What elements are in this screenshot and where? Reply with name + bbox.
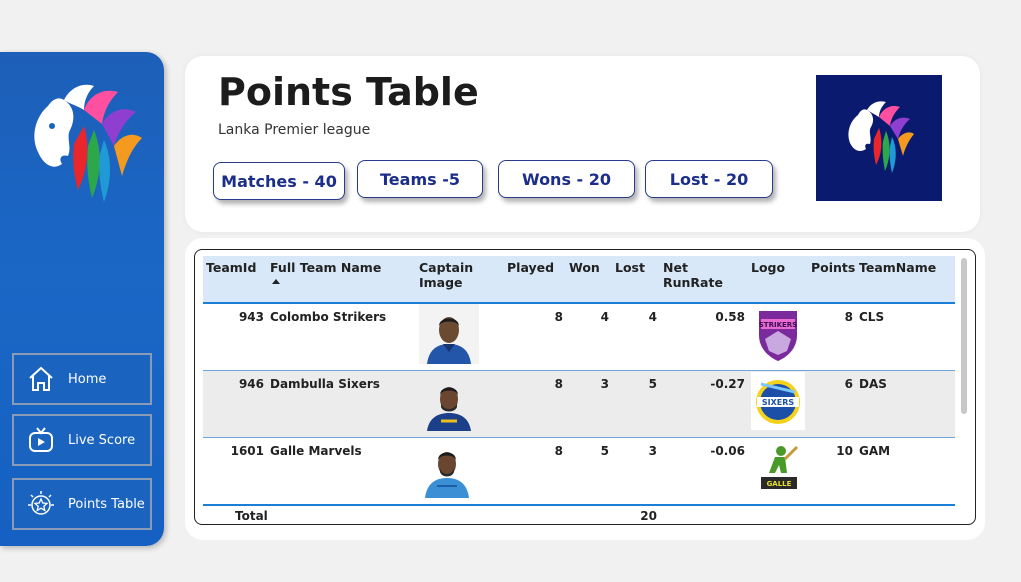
nav-points-table-label: Points Table bbox=[68, 496, 145, 512]
cell-teamname: GAM bbox=[856, 437, 955, 506]
total-lost: 20 bbox=[612, 504, 660, 524]
nav-live-score-button[interactable]: Live Score bbox=[12, 414, 152, 466]
kpi-wons-label: Wons - 20 bbox=[521, 169, 612, 189]
nav-home-button[interactable]: Home bbox=[12, 353, 152, 405]
col-header-full-team-name[interactable]: Full Team Name bbox=[267, 256, 416, 304]
cell-won: 5 bbox=[566, 437, 612, 506]
cell-teamid: 1601 bbox=[203, 437, 267, 506]
nav-home-label: Home bbox=[68, 371, 107, 387]
total-label: Total bbox=[235, 504, 416, 524]
col-header-full-team-name-label: Full Team Name bbox=[270, 260, 382, 275]
cell-full-team-name: Galle Marvels bbox=[267, 437, 416, 506]
cell-teamname: CLS bbox=[856, 303, 955, 371]
cell-full-team-name: Dambulla Sixers bbox=[267, 370, 416, 438]
cell-net-runrate: -0.27 bbox=[660, 370, 748, 438]
total-empty bbox=[808, 504, 856, 524]
col-header-won[interactable]: Won bbox=[566, 256, 612, 304]
kpi-wons-card: Wons - 20 bbox=[498, 160, 635, 198]
col-header-lost[interactable]: Lost bbox=[612, 256, 660, 304]
table-header-row: TeamId Full Team Name Captain Image Play… bbox=[203, 256, 955, 304]
cell-lost: 5 bbox=[612, 370, 660, 438]
table-card: TeamId Full Team Name Captain Image Play… bbox=[185, 238, 985, 540]
cell-played: 8 bbox=[504, 370, 566, 438]
table-row[interactable]: 946 Dambulla Sixers 8 3 5 -0.27 SIXERS 6… bbox=[203, 370, 955, 438]
table-total-row: Total 20 bbox=[203, 504, 955, 524]
points-table: TeamId Full Team Name Captain Image Play… bbox=[203, 256, 955, 524]
cell-played: 8 bbox=[504, 303, 566, 371]
star-badge-icon bbox=[26, 489, 56, 519]
svg-text:STRIKERS: STRIKERS bbox=[759, 321, 797, 329]
cell-teamid: 943 bbox=[203, 303, 267, 371]
cell-won: 3 bbox=[566, 370, 612, 438]
cell-net-runrate: 0.58 bbox=[660, 303, 748, 371]
svg-text:SIXERS: SIXERS bbox=[762, 398, 795, 407]
col-header-teamid[interactable]: TeamId bbox=[203, 256, 267, 304]
galle-marvels-logo-icon: GALLE bbox=[751, 439, 805, 497]
cell-captain-image bbox=[416, 370, 504, 438]
kpi-teams-label: Teams -5 bbox=[380, 169, 460, 189]
cell-won: 4 bbox=[566, 303, 612, 371]
cell-points: 6 bbox=[808, 370, 856, 438]
cell-logo: SIXERS bbox=[748, 370, 808, 438]
lion-logo-icon bbox=[848, 101, 914, 173]
col-header-net-runrate[interactable]: Net RunRate bbox=[660, 256, 748, 304]
kpi-matches-card: Matches - 40 bbox=[213, 162, 345, 200]
kpi-matches-label: Matches - 40 bbox=[221, 171, 337, 191]
cell-points: 10 bbox=[808, 437, 856, 506]
col-header-logo[interactable]: Logo bbox=[748, 256, 808, 304]
points-table-frame: TeamId Full Team Name Captain Image Play… bbox=[194, 249, 976, 525]
table-row[interactable]: 1601 Galle Marvels 8 5 3 -0.06 GALLE 10 … bbox=[203, 437, 955, 506]
total-empty bbox=[416, 504, 504, 524]
col-header-teamname[interactable]: TeamName bbox=[856, 256, 955, 304]
colombo-strikers-logo-icon: STRIKERS bbox=[751, 305, 805, 363]
cell-lost: 4 bbox=[612, 303, 660, 371]
cell-captain-image bbox=[416, 303, 504, 371]
cell-lost: 3 bbox=[612, 437, 660, 506]
total-empty bbox=[660, 504, 748, 524]
kpi-lost-label: Lost - 20 bbox=[669, 169, 749, 189]
cell-logo: GALLE bbox=[748, 437, 808, 506]
header-card: Points Table Lanka Premier league Matche… bbox=[185, 56, 980, 232]
home-icon bbox=[26, 364, 56, 394]
nav-live-score-label: Live Score bbox=[68, 432, 136, 448]
sort-ascending-icon bbox=[272, 279, 280, 284]
total-empty bbox=[856, 504, 955, 524]
total-empty bbox=[566, 504, 612, 524]
svg-text:GALLE: GALLE bbox=[767, 480, 792, 488]
total-empty bbox=[504, 504, 566, 524]
total-empty bbox=[748, 504, 808, 524]
kpi-teams-card: Teams -5 bbox=[357, 160, 483, 198]
total-label-text: Total bbox=[235, 509, 268, 523]
cell-teamname: DAS bbox=[856, 370, 955, 438]
nav-points-table-button[interactable]: Points Table bbox=[12, 478, 152, 530]
captain-photo bbox=[419, 304, 479, 364]
dambulla-sixers-logo-icon: SIXERS bbox=[751, 372, 805, 430]
page-subtitle: Lanka Premier league bbox=[218, 122, 371, 138]
col-header-captain-image[interactable]: Captain Image bbox=[416, 256, 504, 304]
vertical-scrollbar[interactable] bbox=[961, 258, 967, 414]
cell-points: 8 bbox=[808, 303, 856, 371]
lion-logo-icon bbox=[18, 66, 146, 211]
captain-photo bbox=[419, 438, 479, 498]
kpi-lost-card: Lost - 20 bbox=[645, 160, 773, 198]
brand-logo bbox=[816, 75, 942, 201]
page-title: Points Table bbox=[218, 70, 479, 114]
captain-photo bbox=[419, 371, 479, 431]
col-header-points[interactable]: Points bbox=[808, 256, 856, 304]
cell-logo: STRIKERS bbox=[748, 303, 808, 371]
table-row[interactable]: 943 Colombo Strikers 8 4 4 0.58 STRIKERS bbox=[203, 303, 955, 371]
tv-icon bbox=[26, 425, 56, 455]
cell-net-runrate: -0.06 bbox=[660, 437, 748, 506]
cell-full-team-name: Colombo Strikers bbox=[267, 303, 416, 371]
cell-captain-image bbox=[416, 437, 504, 506]
cell-played: 8 bbox=[504, 437, 566, 506]
col-header-played[interactable]: Played bbox=[504, 256, 566, 304]
sidebar: Home Live Score Points Table bbox=[0, 52, 164, 546]
cell-teamid: 946 bbox=[203, 370, 267, 438]
